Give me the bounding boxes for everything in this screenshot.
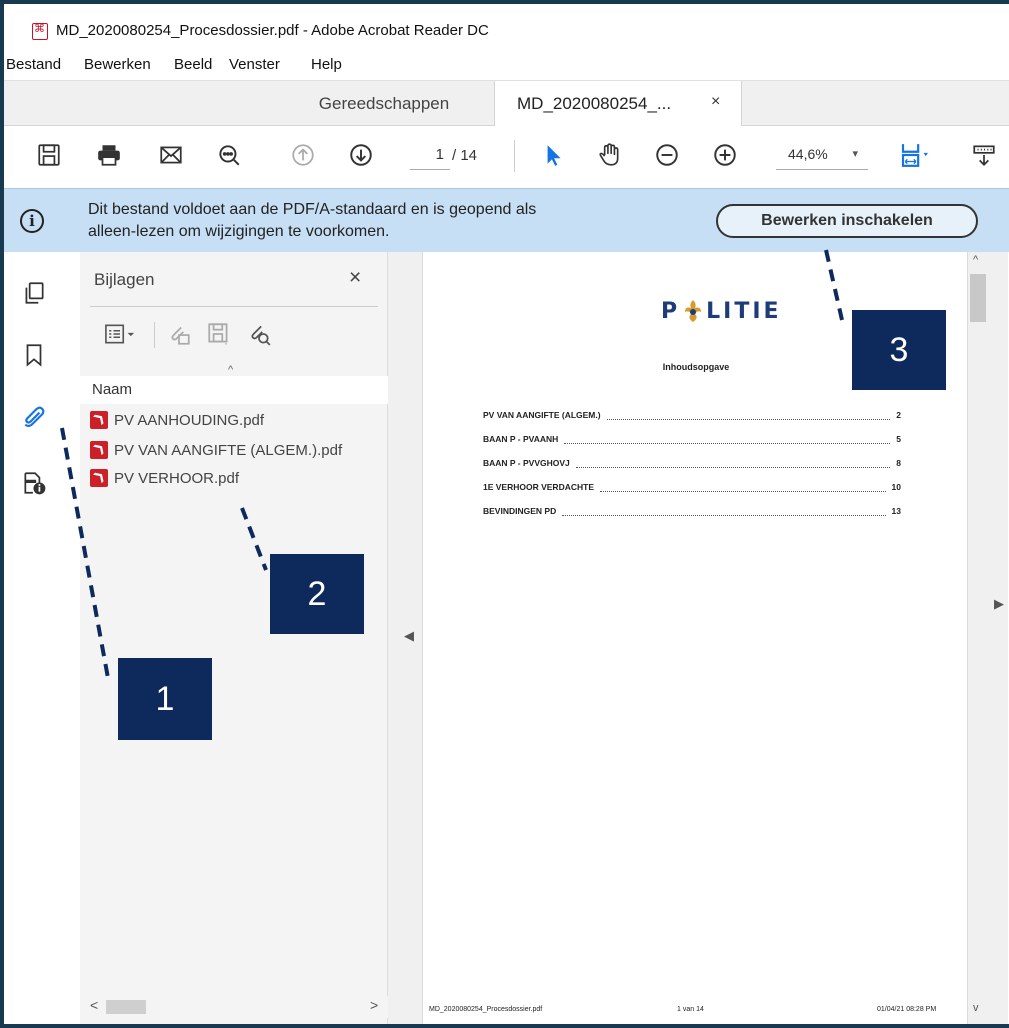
zoom-in-icon[interactable] [710, 140, 740, 170]
menu-beeld[interactable]: Beeld [174, 56, 212, 73]
print-icon[interactable] [94, 140, 124, 170]
attachment-item[interactable]: PV VERHOOR.pdf [90, 466, 239, 490]
pdf-file-icon [90, 411, 108, 429]
chevron-down-icon: ▾ [852, 148, 858, 160]
options-icon[interactable] [94, 318, 146, 350]
attachment-filename: PV VAN AANGIFTE (ALGEM.).pdf [114, 441, 343, 459]
politie-emblem-icon [681, 298, 705, 324]
callout-2: 2 [270, 554, 364, 634]
menu-bewerken[interactable]: Bewerken [84, 56, 151, 73]
page-down-icon[interactable] [346, 140, 376, 170]
callout-1: 1 [118, 658, 212, 740]
toc-entry[interactable]: BAAN P - PVAANH 5 [483, 434, 901, 448]
tab-tools[interactable]: Gereedschappen [274, 81, 494, 127]
expand-right-panel-arrow[interactable]: ▶ [994, 596, 1004, 612]
menu-help[interactable]: Help [311, 56, 342, 73]
column-header-name[interactable]: Naam [80, 376, 388, 404]
panel-horizontal-scrollbar[interactable]: < > [80, 996, 388, 1018]
window-title: MD_2020080254_Procesdossier.pdf - Adobe … [56, 22, 489, 39]
scroll-up-arrow[interactable]: ^ [973, 254, 978, 266]
panel-close-button[interactable]: × [349, 266, 361, 290]
bookmark-icon[interactable] [19, 340, 49, 370]
tab-document-label: MD_2020080254_... [517, 94, 672, 113]
zoom-select[interactable]: 44,6% ▾ [776, 146, 868, 170]
attachment-item[interactable]: PV AANHOUDING.pdf [90, 408, 264, 432]
scroll-thumb[interactable] [970, 274, 986, 322]
menu-venster[interactable]: Venster [229, 56, 280, 73]
pdf-file-icon [90, 469, 108, 487]
tab-bar: Gereedschappen MD_2020080254_... × [4, 80, 1009, 128]
enable-editing-button[interactable]: Bewerken inschakelen [716, 204, 978, 238]
toc-entry[interactable]: BEVINDINGEN PD 13 [483, 506, 901, 520]
info-icon: i [20, 209, 44, 233]
notice-line-2: alleen-lezen om wijzigingen te voorkomen… [88, 223, 390, 240]
panel-toolbar-divider [154, 322, 155, 348]
tab-close-button[interactable]: × [711, 93, 720, 111]
page-fit-icon[interactable] [894, 140, 938, 170]
menu-bar: Bestand Bewerken Beeld Venster Help [4, 50, 1009, 80]
footer-page-number: 1 van 14 [677, 1006, 704, 1013]
callout-3: 3 [852, 310, 946, 390]
sort-ascending-icon: ^ [228, 364, 234, 376]
panel-divider [90, 306, 378, 307]
panel-title: Bijlagen [94, 270, 155, 289]
scroll-thumb[interactable] [106, 1000, 146, 1014]
attachment-filename: PV AANHOUDING.pdf [114, 411, 265, 429]
save-icon[interactable] [34, 140, 64, 170]
zoom-value: 44,6% [788, 146, 828, 162]
tab-document[interactable]: MD_2020080254_... × [494, 81, 742, 128]
search-attachment-icon[interactable] [244, 318, 274, 350]
title-bar: MD_2020080254_Procesdossier.pdf - Adobe … [4, 4, 1009, 50]
main-toolbar: 1 / 14 44,6% ▾ [4, 126, 1009, 188]
more-tools-icon[interactable] [969, 140, 999, 170]
menu-bestand[interactable]: Bestand [6, 56, 61, 73]
page-thumbnails-icon[interactable] [19, 278, 49, 308]
attachment-icon[interactable] [19, 402, 49, 432]
acrobat-app-icon [32, 22, 48, 40]
hand-tool-icon[interactable] [594, 140, 624, 170]
collapse-panel-arrow[interactable]: ◀ [404, 628, 414, 644]
notice-line-1: Dit bestand voldoet aan de PDF/A-standaa… [88, 201, 537, 218]
politie-logo: P LITIE [661, 298, 782, 324]
toc-entry[interactable]: PV VAN AANGIFTE (ALGEM.) 2 [483, 410, 901, 424]
save-attachment-icon[interactable] [204, 318, 234, 350]
select-cursor-icon[interactable] [538, 140, 568, 170]
pdf-file-icon [90, 441, 108, 459]
toolbar-divider [514, 140, 515, 172]
attachment-item[interactable]: PV VAN AANGIFTE (ALGEM.).pdf [90, 438, 342, 462]
mail-icon[interactable] [156, 140, 186, 170]
navigation-rail [4, 252, 80, 1024]
footer-filename: MD_2020080254_Procesdossier.pdf [429, 1006, 543, 1013]
page-total: / 14 [452, 147, 478, 164]
scroll-down-arrow[interactable]: v [973, 1002, 979, 1014]
page-number-input[interactable]: 1 [410, 146, 450, 170]
search-zoom-icon[interactable] [214, 140, 244, 170]
zoom-out-icon[interactable] [652, 140, 682, 170]
document-info-icon[interactable] [19, 468, 49, 498]
scroll-right-arrow[interactable]: > [370, 997, 378, 1013]
pdfa-notice-bar: i Dit bestand voldoet aan de PDF/A-stand… [4, 188, 1009, 252]
notice-message: Dit bestand voldoet aan de PDF/A-standaa… [88, 199, 688, 243]
page-up-icon[interactable] [288, 140, 318, 170]
attachments-panel: Bijlagen × ^ Naam PV AANHOUDING.pdf PV V… [80, 252, 388, 1024]
toc-entry[interactable]: 1E VERHOOR VERDACHTE 10 [483, 482, 901, 496]
scroll-left-arrow[interactable]: < [90, 997, 98, 1013]
attach-file-icon[interactable] [164, 318, 194, 350]
vertical-scrollbar[interactable]: ^ v [968, 252, 988, 1024]
footer-timestamp: 01/04/21 08:28 PM [877, 1006, 937, 1013]
attachment-filename: PV VERHOOR.pdf [114, 469, 240, 487]
toc-entry[interactable]: BAAN P - PVVGHOVJ 8 [483, 458, 901, 472]
